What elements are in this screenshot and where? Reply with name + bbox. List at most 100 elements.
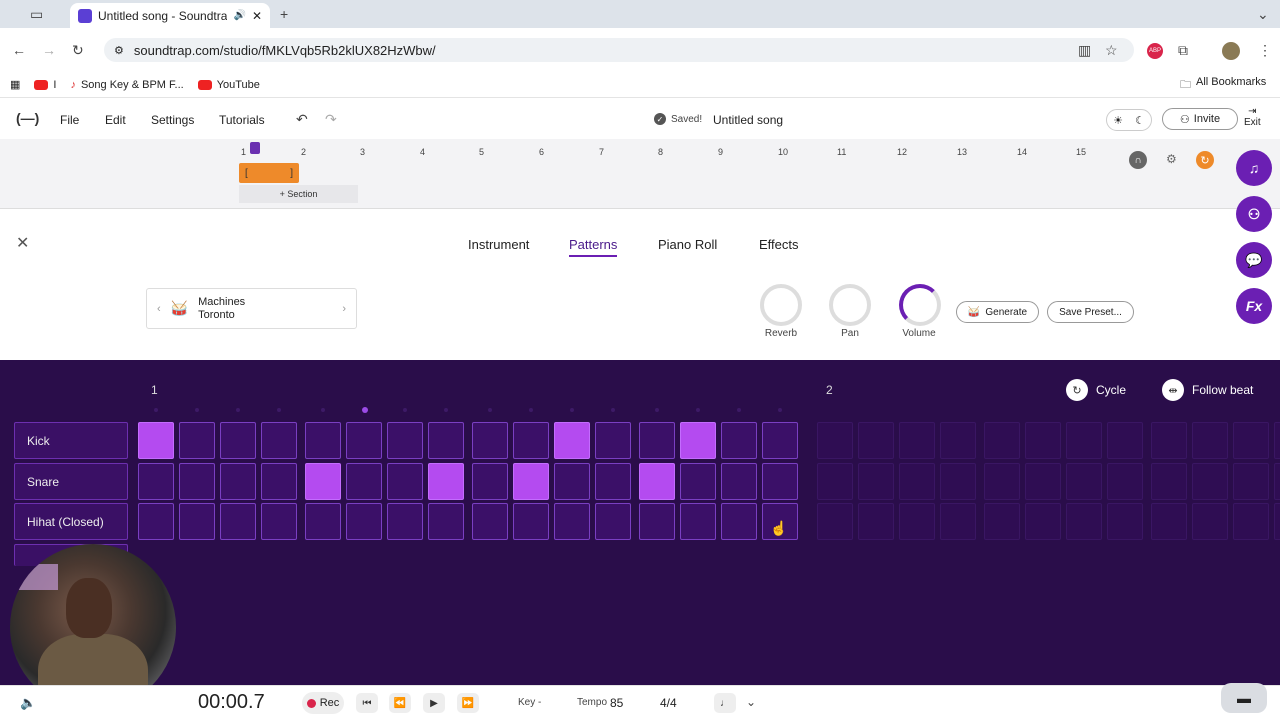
- step-cell-inactive[interactable]: [1025, 503, 1061, 540]
- step-cell[interactable]: [346, 503, 382, 540]
- step-cell[interactable]: [138, 463, 174, 500]
- theme-toggle[interactable]: ☀ ☾: [1106, 109, 1152, 131]
- step-cell-inactive[interactable]: [1151, 463, 1187, 500]
- browser-tab[interactable]: Untitled song - Soundtrap 🔊 ✕: [70, 3, 270, 28]
- chevron-down-icon[interactable]: ⌄: [746, 695, 756, 709]
- headphones-icon[interactable]: ∩: [1129, 151, 1147, 169]
- step-cell-inactive[interactable]: [1066, 422, 1102, 459]
- step-cell[interactable]: [305, 503, 341, 540]
- step-cell-inactive[interactable]: [1025, 463, 1061, 500]
- step-cell-inactive[interactable]: [1107, 463, 1143, 500]
- fast-forward-icon[interactable]: ⏩: [457, 693, 479, 713]
- back-icon[interactable]: ←: [12, 42, 26, 58]
- step-cell-inactive[interactable]: [1233, 422, 1269, 459]
- step-cell-inactive[interactable]: [899, 503, 935, 540]
- step-cell[interactable]: [639, 503, 675, 540]
- bookmark-item[interactable]: YouTube: [197, 79, 260, 91]
- step-cell[interactable]: [179, 463, 215, 500]
- step-cell-inactive[interactable]: [1107, 503, 1143, 540]
- step-cell[interactable]: [680, 503, 716, 540]
- gear-icon[interactable]: ⚙: [1166, 152, 1177, 166]
- apps-icon[interactable]: ▦: [10, 78, 20, 91]
- forward-icon[interactable]: →: [42, 42, 56, 58]
- menu-settings[interactable]: Settings: [151, 113, 194, 127]
- step-cell-inactive[interactable]: [1233, 463, 1269, 500]
- step-cell[interactable]: [639, 422, 675, 459]
- site-info-icon[interactable]: ⚙: [114, 44, 124, 57]
- metronome-icon[interactable]: ♩: [714, 693, 736, 713]
- generate-button[interactable]: 🥁 Generate: [956, 301, 1039, 323]
- step-cell[interactable]: [513, 463, 549, 500]
- support-chat-icon[interactable]: ▬: [1221, 683, 1267, 713]
- step-cell[interactable]: [387, 463, 423, 500]
- step-cell-inactive[interactable]: [1192, 422, 1228, 459]
- step-cell[interactable]: [179, 503, 215, 540]
- step-cell[interactable]: [472, 503, 508, 540]
- chevron-left-icon[interactable]: ‹: [157, 303, 161, 315]
- step-cell[interactable]: [595, 422, 631, 459]
- step-cell-inactive[interactable]: [1192, 503, 1228, 540]
- song-title[interactable]: Untitled song: [713, 113, 783, 127]
- reader-mode-icon[interactable]: ▥: [1078, 42, 1091, 59]
- step-cell-inactive[interactable]: [1151, 422, 1187, 459]
- step-cell[interactable]: [305, 463, 341, 500]
- step-cell[interactable]: [762, 463, 798, 500]
- step-cell-inactive[interactable]: [1274, 463, 1280, 500]
- fx-icon[interactable]: Fx: [1236, 288, 1272, 324]
- step-cell-inactive[interactable]: [899, 463, 935, 500]
- step-cell[interactable]: [554, 463, 590, 500]
- step-cell[interactable]: [428, 463, 464, 500]
- tab-piano-roll[interactable]: Piano Roll: [658, 237, 717, 252]
- pan-knob[interactable]: [829, 284, 871, 326]
- step-cell[interactable]: [721, 463, 757, 500]
- tab-overview-icon[interactable]: ▭: [30, 6, 43, 23]
- chevron-down-icon[interactable]: ⌄: [1257, 6, 1269, 23]
- step-cell-inactive[interactable]: [858, 463, 894, 500]
- step-cell[interactable]: [554, 422, 590, 459]
- step-cell[interactable]: [721, 422, 757, 459]
- cycle-toggle[interactable]: ↻ Cycle: [1066, 379, 1126, 401]
- step-cell-inactive[interactable]: [1066, 463, 1102, 500]
- step-cell[interactable]: [513, 503, 549, 540]
- step-cell-inactive[interactable]: [940, 463, 976, 500]
- step-cell-inactive[interactable]: [984, 463, 1020, 500]
- bookmark-item[interactable]: ♪ Song Key & BPM F...: [70, 79, 183, 91]
- step-cell-inactive[interactable]: [1192, 463, 1228, 500]
- step-cell-inactive[interactable]: [858, 422, 894, 459]
- step-cell-inactive[interactable]: [1233, 503, 1269, 540]
- skip-to-start-icon[interactable]: ⏮: [356, 693, 378, 713]
- reverb-knob[interactable]: [760, 284, 802, 326]
- play-icon[interactable]: ▶: [423, 693, 445, 713]
- step-cell[interactable]: [680, 463, 716, 500]
- tab-effects[interactable]: Effects: [759, 237, 799, 252]
- row-label-hihat[interactable]: Hihat (Closed): [14, 503, 128, 540]
- step-cell[interactable]: [346, 422, 382, 459]
- collaborators-icon[interactable]: ⚇: [1236, 196, 1272, 232]
- tab-patterns[interactable]: Patterns: [569, 237, 618, 257]
- step-cell-inactive[interactable]: [1025, 422, 1061, 459]
- step-cell[interactable]: [261, 463, 297, 500]
- step-cell[interactable]: [762, 422, 798, 459]
- soundtrap-logo[interactable]: (—): [16, 110, 39, 126]
- menu-tutorials[interactable]: Tutorials: [219, 113, 265, 127]
- step-cell-inactive[interactable]: [1107, 422, 1143, 459]
- clip-start-handle[interactable]: [: [245, 168, 248, 179]
- redo-icon[interactable]: ↷: [325, 111, 337, 128]
- row-label-kick[interactable]: Kick: [14, 422, 128, 459]
- row-label-snare[interactable]: Snare: [14, 463, 128, 500]
- url-field[interactable]: ⚙ soundtrap.com/studio/fMKLVqb5Rb2klUX82…: [104, 38, 1134, 62]
- step-cell[interactable]: [346, 463, 382, 500]
- step-cell[interactable]: [261, 503, 297, 540]
- step-cell-inactive[interactable]: [1151, 503, 1187, 540]
- step-cell-inactive[interactable]: [817, 463, 853, 500]
- step-cell[interactable]: [428, 422, 464, 459]
- star-icon[interactable]: ☆: [1105, 42, 1118, 59]
- close-icon[interactable]: ✕: [16, 233, 29, 253]
- adblock-extension-icon[interactable]: ABP: [1147, 43, 1163, 59]
- exit-button[interactable]: ⇥ Exit: [1244, 106, 1261, 128]
- browser-menu-icon[interactable]: ⋮: [1258, 42, 1272, 59]
- volume-knob[interactable]: [899, 284, 941, 326]
- step-cell[interactable]: [472, 463, 508, 500]
- menu-file[interactable]: File: [60, 113, 79, 127]
- timeline[interactable]: 1 2 3 4 5 6 7 8 9 10 11 12 13 14 15: [0, 139, 1280, 209]
